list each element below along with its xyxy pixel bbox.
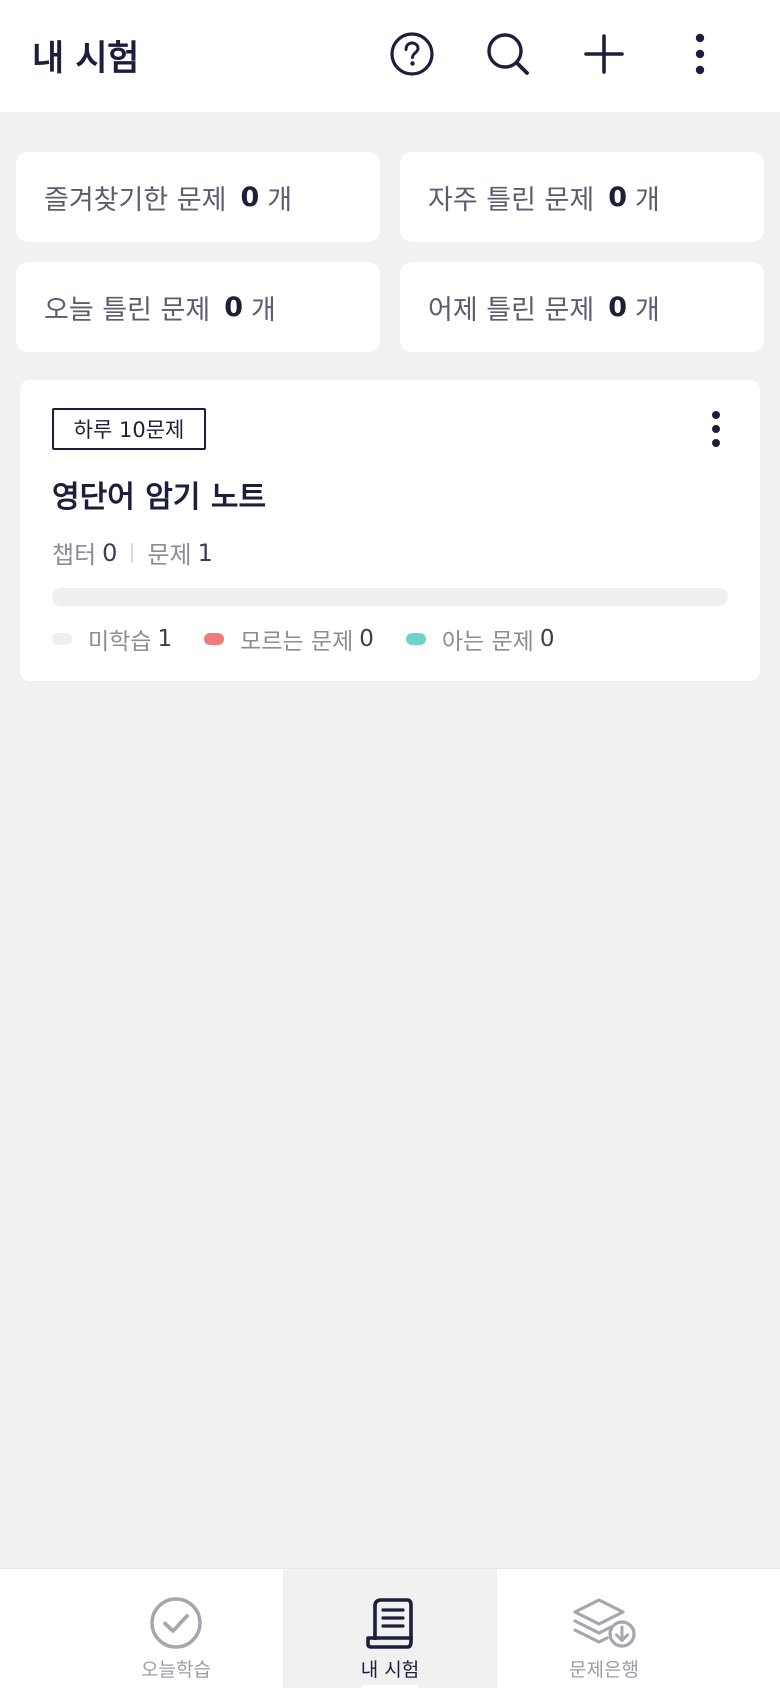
question-count: 1 bbox=[197, 538, 213, 567]
exam-title: 영단어 암기 노트 bbox=[52, 480, 267, 515]
chapter-label: 챕터 bbox=[52, 541, 97, 569]
nav-icon-wrap bbox=[363, 1595, 417, 1651]
add-button[interactable] bbox=[578, 28, 630, 80]
exam-card[interactable]: 하루 10문제 영단어 암기 노트 챕터 0 문제 1 미학습 1 모르는 문제… bbox=[20, 380, 760, 681]
top-app-bar: 내 시험 bbox=[0, 0, 780, 112]
question-label: 문제 bbox=[147, 541, 192, 569]
legend-label: 모르는 문제 bbox=[240, 629, 354, 655]
help-icon bbox=[390, 32, 434, 76]
stat-unit: 개 bbox=[635, 294, 660, 326]
page-title: 내 시험 bbox=[32, 39, 139, 79]
more-options-button[interactable] bbox=[674, 28, 726, 80]
stat-count: 0 bbox=[240, 181, 260, 213]
nav-question-bank[interactable]: 문제은행 bbox=[504, 1569, 704, 1688]
nav-my-exams[interactable]: 내 시험 bbox=[283, 1569, 497, 1688]
scroll-document-icon bbox=[366, 1598, 413, 1649]
legend-label: 미학습 bbox=[88, 629, 152, 655]
stat-label: 자주 틀린 문제 bbox=[428, 184, 595, 216]
legend-count: 1 bbox=[157, 626, 173, 652]
legend-unknown: 모르는 문제 0 bbox=[204, 622, 374, 656]
legend-count: 0 bbox=[539, 626, 555, 652]
chapter-count: 0 bbox=[102, 538, 118, 567]
stat-label: 즐겨찾기한 문제 bbox=[44, 184, 227, 216]
bottom-navigation: 오늘학습 내 시험 문제은행 bbox=[0, 1568, 780, 1688]
stat-unit: 개 bbox=[267, 184, 293, 216]
stat-count: 0 bbox=[224, 291, 244, 323]
unstudied-dot bbox=[52, 633, 72, 645]
layers-download-icon bbox=[573, 1598, 636, 1648]
progress-legend: 미학습 1 모르는 문제 0 아는 문제 0 bbox=[52, 622, 586, 656]
more-vertical-icon bbox=[695, 33, 705, 75]
nav-icon-wrap bbox=[149, 1595, 203, 1651]
stat-count: 0 bbox=[608, 181, 628, 213]
stat-label: 오늘 틀린 문제 bbox=[44, 294, 211, 326]
daily-goal-badge: 하루 10문제 bbox=[52, 408, 206, 450]
help-button[interactable] bbox=[386, 28, 438, 80]
known-dot bbox=[405, 633, 426, 645]
nav-label: 내 시험 bbox=[360, 1659, 420, 1681]
search-icon bbox=[487, 33, 529, 75]
study-progress-bar bbox=[52, 588, 728, 606]
exam-meta: 챕터 0 문제 1 bbox=[52, 535, 213, 570]
frequently-wrong-card[interactable]: 자주 틀린 문제 0 개 bbox=[400, 152, 764, 242]
unknown-dot bbox=[204, 633, 225, 645]
nav-icon-wrap bbox=[571, 1595, 637, 1651]
stat-unit: 개 bbox=[635, 184, 660, 216]
legend-unstudied: 미학습 1 bbox=[52, 622, 172, 656]
legend-label: 아는 문제 bbox=[441, 629, 534, 655]
search-button[interactable] bbox=[482, 28, 534, 80]
legend-count: 0 bbox=[359, 626, 374, 652]
nav-label: 오늘학습 bbox=[141, 1659, 211, 1681]
today-wrong-card[interactable]: 오늘 틀린 문제 0 개 bbox=[16, 262, 380, 352]
app-root: 내 시험 즐겨찾기한 문제 0 개 자주 틀린 문제 0 개 오늘 틀린 문제 … bbox=[0, 0, 780, 1688]
stat-label: 어제 틀린 문제 bbox=[428, 294, 595, 326]
legend-known: 아는 문제 0 bbox=[405, 622, 555, 656]
more-vertical-icon bbox=[712, 411, 720, 447]
plus-icon bbox=[584, 34, 624, 74]
meta-divider bbox=[131, 542, 134, 563]
check-circle-icon bbox=[150, 1597, 202, 1649]
stat-unit: 개 bbox=[251, 294, 276, 326]
nav-today-study[interactable]: 오늘학습 bbox=[76, 1569, 276, 1688]
favorite-questions-card[interactable]: 즐겨찾기한 문제 0 개 bbox=[16, 152, 380, 242]
nav-label: 문제은행 bbox=[569, 1659, 639, 1681]
exam-more-button[interactable] bbox=[698, 406, 734, 452]
stat-count: 0 bbox=[608, 291, 628, 323]
yesterday-wrong-card[interactable]: 어제 틀린 문제 0 개 bbox=[400, 262, 764, 352]
